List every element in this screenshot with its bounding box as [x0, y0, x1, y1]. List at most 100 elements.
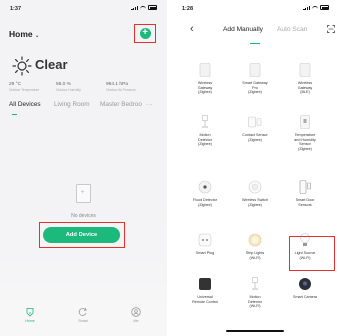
device-label: Smart Camera [293, 295, 317, 299]
chevron-down-icon: ⌄ [34, 33, 40, 39]
status-icons [303, 5, 329, 10]
smart-icon [78, 307, 87, 316]
status-time: 1:37 [10, 6, 22, 12]
stat-value: 58.0 % [56, 82, 71, 87]
device-label: Smart Plug [195, 251, 215, 255]
gateway-ble-icon [299, 63, 311, 77]
wifi-icon [140, 5, 146, 10]
sun-icon [12, 56, 32, 76]
device-label: Contact Sensor (Zigbee) [242, 133, 268, 142]
room-tabs: All Devices Living Room Master Bedroo ··… [9, 101, 163, 113]
device-contact-sensor[interactable]: Contact Sensor (Zigbee) [230, 115, 280, 142]
stat-temperature: 29 °C Outdoor Temperature [9, 82, 39, 92]
battery-icon [148, 5, 157, 10]
temperature-sensor-icon [300, 115, 310, 129]
device-label: Wireless Gateway (Zigbee) [197, 81, 213, 95]
motion-detector-icon [202, 115, 208, 128]
weather-widget: Clear [12, 54, 132, 78]
active-tab-indicator [12, 114, 17, 116]
more-tabs-icon[interactable]: ··· [146, 101, 152, 108]
nav-label: Smart [78, 319, 88, 323]
add-device-highlight: Add Device [39, 222, 125, 248]
add-device-button[interactable]: Add Device [43, 226, 120, 243]
home-selector[interactable]: Home ⌄ [9, 29, 40, 39]
stat-pressure: 994.1 hPa Outdoor Air Pressure [106, 82, 136, 92]
wifi-icon [312, 5, 318, 10]
nav-label: Home [25, 319, 35, 323]
status-bar: 1:28 [172, 5, 339, 15]
flood-detector-icon [198, 180, 212, 194]
me-icon [131, 307, 141, 317]
home-screen: 1:37 Home ⌄ + Clear 29 °C Outdoor Tempera… [0, 0, 167, 336]
bottom-nav: Home Smart Me [0, 302, 167, 336]
back-icon[interactable]: ‹ [190, 23, 194, 35]
device-strip-lights[interactable]: Strip Lights (Wi-Fi) [230, 233, 280, 260]
strip-lights-icon [248, 233, 262, 247]
device-smart-camera[interactable]: Smart Camera [280, 277, 330, 300]
tab-living-room[interactable]: Living Room [54, 101, 90, 108]
device-wireless-gateway-zigbee[interactable]: Wireless Gateway (Zigbee) [180, 63, 230, 95]
home-indicator [226, 330, 284, 332]
tab-master-bedroom[interactable]: Master Bedroo [100, 101, 142, 108]
device-label: Temperature and Humidity Sensor (Zigbee) [294, 133, 316, 151]
device-label: Wireless Gateway (BLE) [297, 81, 313, 95]
gateway-icon [199, 63, 211, 77]
device-label: Strip Lights (Wi-Fi) [245, 251, 265, 260]
smart-plug-icon [198, 233, 212, 247]
active-tab-indicator [250, 43, 260, 45]
weather-condition: Clear [35, 57, 68, 72]
nav-home[interactable]: Home [15, 307, 45, 323]
device-temperature-humidity-sensor[interactable]: Temperature and Humidity Sensor (Zigbee) [280, 115, 330, 151]
device-wireless-gateway-ble[interactable]: Wireless Gateway (BLE) [280, 63, 330, 95]
device-flood-detector[interactable]: Flood Detector (Zigbee) [180, 180, 230, 207]
door-sensor-icon [299, 180, 311, 194]
wireless-switch-icon [248, 180, 262, 194]
status-icons [131, 5, 157, 10]
stat-label: Outdoor Humidity [56, 88, 81, 92]
empty-device-icon [76, 184, 91, 203]
device-label: Flood Detector (Zigbee) [192, 198, 218, 207]
add-icon[interactable]: + [139, 28, 151, 39]
device-label: Universal Remote Control [192, 295, 218, 304]
device-label: Motion Detector (Zigbee) [198, 133, 212, 147]
device-universal-remote[interactable]: Universal Remote Control [180, 277, 230, 304]
stat-label: Outdoor Air Pressure [106, 88, 136, 92]
nav-smart[interactable]: Smart [68, 307, 98, 323]
status-time: 1:28 [182, 6, 194, 12]
motion-detector-wifi-icon [252, 277, 258, 290]
device-label: Smart Door Sensors [295, 198, 315, 207]
status-bar: 1:37 [0, 5, 167, 15]
home-icon [26, 308, 34, 317]
signal-icon [303, 5, 310, 10]
add-device-screen: 1:28 ‹ Add Manually Auto Scan Wireless G… [172, 0, 339, 336]
device-smart-gateway-pro[interactable]: Smart Gateway Pro (Zigbee) [230, 63, 280, 95]
add-button-highlight: + [134, 24, 156, 43]
device-motion-detector-zigbee[interactable]: Motion Detector (Zigbee) [180, 115, 230, 147]
stat-value: 994.1 hPa [106, 82, 128, 87]
add-device-header: ‹ Add Manually Auto Scan [172, 23, 339, 39]
battery-icon [320, 5, 329, 10]
stat-label: Outdoor Temperature [9, 88, 40, 92]
tab-add-manually[interactable]: Add Manually [223, 26, 263, 33]
nav-label: Me [133, 319, 139, 323]
stat-value: 29 °C [9, 82, 22, 87]
device-label: Motion Detector (Wi-Fi) [248, 295, 262, 309]
smart-camera-highlight [289, 236, 335, 271]
signal-icon [131, 5, 138, 10]
remote-control-icon [199, 278, 211, 290]
no-devices-text: No devices [71, 213, 96, 219]
tab-auto-scan[interactable]: Auto Scan [277, 26, 307, 33]
device-label: Wireless Switch (Zigbee) [241, 198, 269, 207]
nav-me[interactable]: Me [121, 307, 151, 323]
device-motion-detector-wifi[interactable]: Motion Detector (Wi-Fi) [230, 277, 280, 309]
device-wireless-switch[interactable]: Wireless Switch (Zigbee) [230, 180, 280, 207]
stat-humidity: 58.0 % Outdoor Humidity [56, 82, 81, 92]
contact-sensor-icon [248, 116, 262, 128]
scan-icon[interactable] [327, 25, 335, 33]
device-smart-door-sensors[interactable]: Smart Door Sensors [280, 180, 330, 207]
smart-camera-icon [299, 278, 311, 290]
home-title: Home [9, 29, 33, 39]
tab-all-devices[interactable]: All Devices [9, 101, 41, 108]
device-smart-plug[interactable]: Smart Plug [180, 233, 230, 256]
gateway-pro-icon [249, 63, 261, 77]
